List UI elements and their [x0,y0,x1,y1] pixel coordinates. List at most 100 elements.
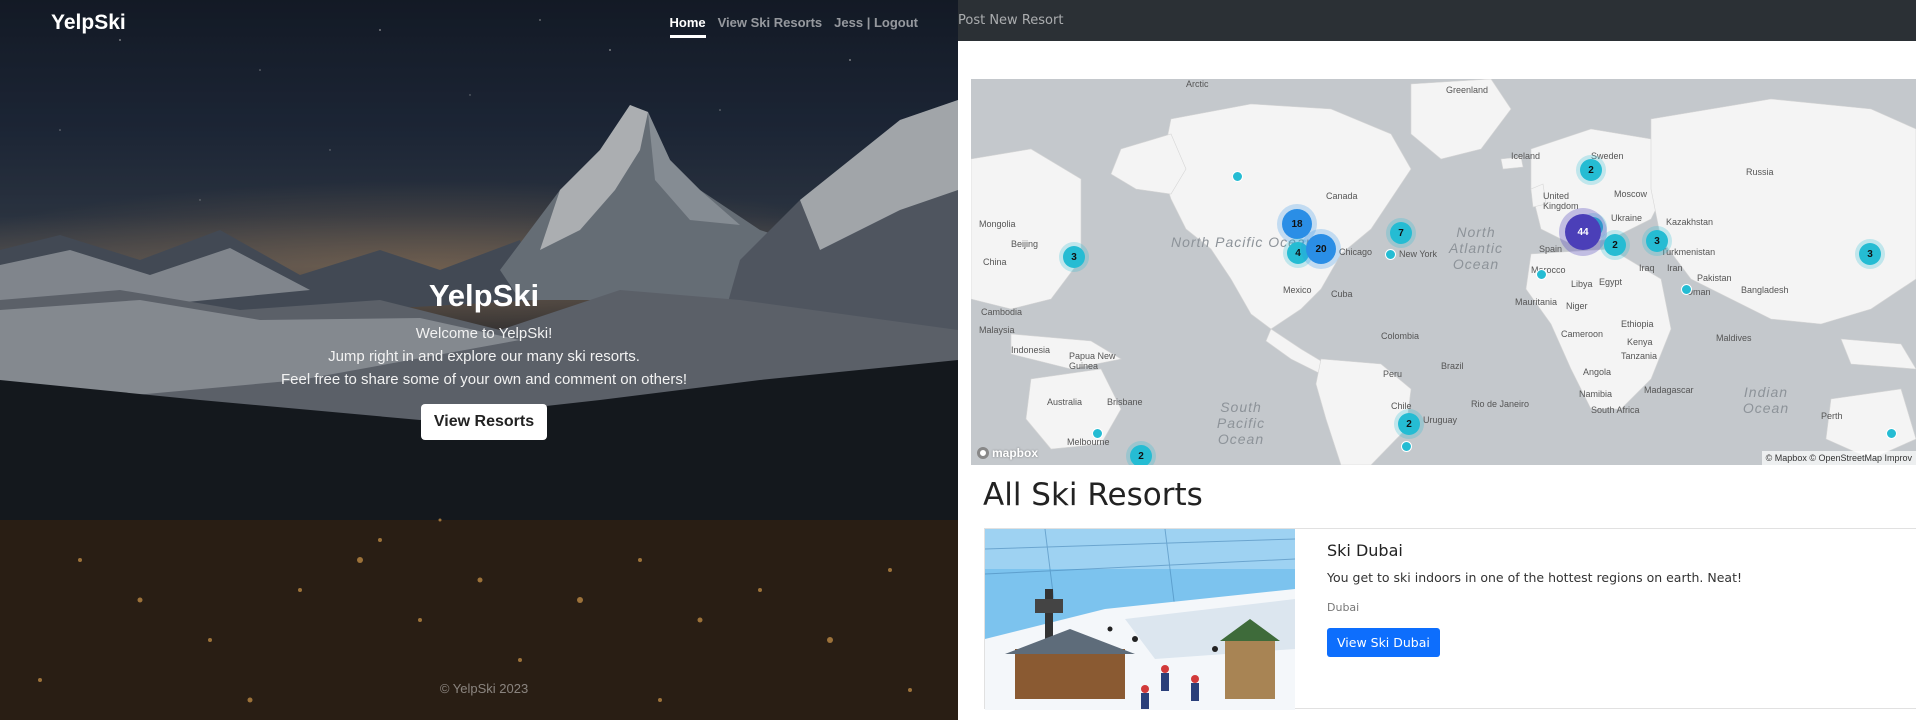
place-label: Papua New Guinea [1069,351,1116,371]
place-label: Iraq [1639,263,1655,273]
mapbox-wordmark: mapbox [992,446,1039,460]
place-label: Ethiopia [1621,319,1654,329]
map-single-pin[interactable] [1092,428,1103,439]
resort-description: You get to ski indoors in one of the hot… [1327,570,1742,585]
resort-name: Ski Dubai [1327,541,1403,560]
map-single-pin[interactable] [1886,428,1897,439]
map-single-pin[interactable] [1401,441,1412,452]
brand-logo[interactable]: YelpSki [51,11,126,35]
footer-copyright: © YelpSki 2023 [439,681,529,696]
place-label: Spain [1539,244,1563,254]
view-resort-button[interactable]: View Ski Dubai [1327,628,1440,657]
ski-dubai-illustration [985,529,1295,710]
map-single-pin[interactable] [1232,171,1243,182]
map-cluster-marker[interactable]: 2 [1604,234,1626,256]
place-label: Libya [1571,279,1593,289]
map-cluster-marker[interactable]: 3 [1646,230,1668,252]
ocean-label-south-pacific: South Pacific Ocean [1216,399,1266,447]
ocean-label-north-atlantic: North Atlantic Ocean [1449,224,1503,272]
resorts-index-page: Post New Resort North Pacific Ocean Nort… [958,0,1916,720]
cluster-map[interactable]: North Pacific Ocean North Atlantic Ocean… [971,79,1916,465]
place-label: Niger [1566,301,1588,311]
place-label: Pakistan [1697,273,1732,283]
place-label: Kenya [1627,337,1653,347]
place-label: Ukraine [1611,213,1643,223]
map-single-pin[interactable] [1536,269,1547,280]
place-label: Egypt [1599,277,1623,287]
hero-line-share: Feel free to share some of your own and … [280,371,688,388]
map-attribution[interactable]: © Mapbox © OpenStreetMap Improv [1761,451,1916,465]
place-label: Kazakhstan [1666,217,1714,227]
place-label: Rio de Janeiro [1471,399,1530,409]
map-cluster-marker[interactable]: 2 [1130,445,1152,465]
map-cluster-marker[interactable]: 18 [1282,209,1312,239]
ocean-label-indian: Indian Ocean [1742,384,1790,416]
place-label: Iceland [1511,151,1541,161]
resort-card: Ski Dubai You get to ski indoors in one … [984,528,1916,710]
resort-image [985,529,1295,710]
place-label: United Kingdom [1543,191,1579,211]
place-label: New York [1399,249,1438,259]
place-label: Greenland [1446,85,1489,95]
nav-view-resorts-link[interactable]: View Ski Resorts [718,15,823,38]
place-label: Cuba [1331,289,1353,299]
place-label: Angola [1583,367,1612,377]
place-label: Mauritania [1515,297,1558,307]
place-label: Melbourne [1067,437,1110,447]
place-label: China [983,257,1007,267]
top-nav: Home View Ski Resorts Jess | Logout [669,15,918,38]
map-cluster-marker[interactable]: 7 [1390,222,1412,244]
map-single-pin[interactable] [1385,249,1396,260]
top-navbar: Post New Resort [958,0,1916,41]
resort-info: Ski Dubai You get to ski indoors in one … [1327,541,1742,657]
view-resorts-button[interactable]: View Resorts [420,404,548,440]
place-label: Maldives [1716,333,1752,343]
place-label: Canada [1326,191,1358,201]
place-label: Tanzania [1621,351,1658,361]
place-label: Turkmenistan [1661,247,1716,257]
map-single-pin[interactable] [1681,284,1692,295]
place-label: Malaysia [979,325,1015,335]
place-label: Brisbane [1107,397,1143,407]
place-label: Perth [1821,411,1843,421]
place-label: Beijing [1011,239,1039,249]
place-label: Arctic [1186,79,1209,89]
map-cluster-marker[interactable]: 44 [1565,214,1601,250]
place-label: Cambodia [981,307,1023,317]
nav-home-link[interactable]: Home [669,15,706,38]
map-cluster-marker[interactable]: 2 [1580,159,1602,181]
hero-title: YelpSki [428,278,540,313]
page-title: All Ski Resorts [983,477,1203,513]
hero-section: YelpSki Welcome to YelpSki! Jump right i… [0,278,958,440]
hero-line-welcome: Welcome to YelpSki! [415,325,553,342]
place-label: Indonesia [1011,345,1051,355]
place-label: Russia [1746,167,1774,177]
place-label: Namibia [1579,389,1613,399]
mapbox-icon [977,447,989,459]
nav-user-logout-link[interactable]: Jess | Logout [834,15,918,38]
place-label: Iran [1667,263,1683,273]
place-label: Moscow [1614,189,1648,199]
place-label: Colombia [1381,331,1420,341]
place-label: Peru [1383,369,1403,379]
place-label: Australia [1047,397,1083,407]
map-cluster-marker[interactable]: 3 [1859,243,1881,265]
map-cluster-marker[interactable]: 3 [1063,246,1085,268]
place-label: Bangladesh [1741,285,1789,295]
map-cluster-marker[interactable]: 20 [1306,234,1336,264]
place-label: Chile [1391,401,1412,411]
post-new-resort-link[interactable]: Post New Resort [958,13,1063,28]
landing-page: YelpSki Home View Ski Resorts Jess | Log… [0,0,958,720]
place-label: South Africa [1591,405,1640,415]
place-label: Brazil [1441,361,1464,371]
resort-location: Dubai [1327,601,1360,614]
place-label: Mongolia [979,219,1016,229]
mapbox-logo[interactable]: mapbox [977,446,1038,460]
place-label: Mexico [1283,285,1312,295]
map-cluster-marker[interactable]: 2 [1398,413,1420,435]
hero-line-explore: Jump right in and explore our many ski r… [328,348,640,365]
place-label: Cameroon [1561,329,1604,339]
place-label: Uruguay [1423,415,1458,425]
place-label: Chicago [1339,247,1373,257]
place-label: Madagascar [1644,385,1694,395]
